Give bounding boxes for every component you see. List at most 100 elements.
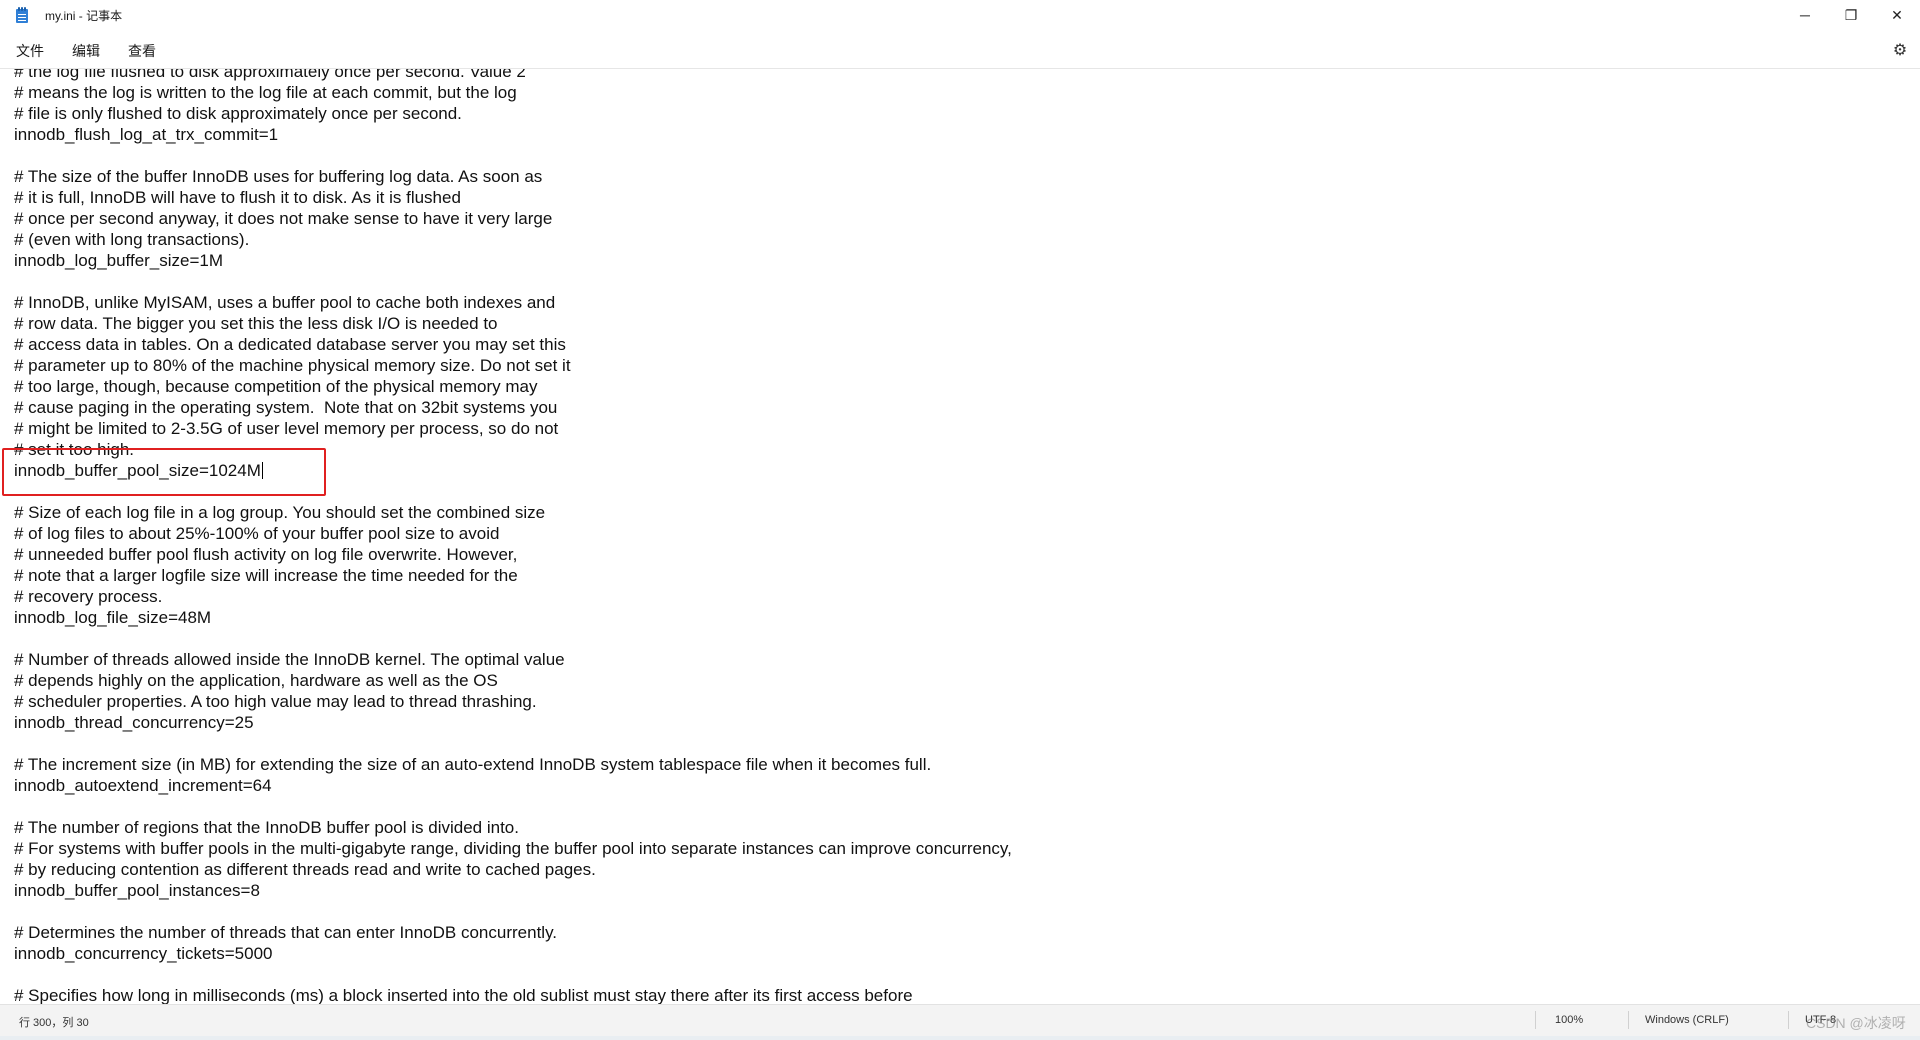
editor-line-text: innodb_flush_log_at_trx_commit=1	[14, 125, 279, 144]
menu-view[interactable]: 查看	[124, 37, 160, 65]
editor-line-text: innodb_buffer_pool_instances=8	[14, 881, 260, 900]
watermark-text: CSDN @冰凌呀	[1806, 1015, 1906, 1031]
editor-line: # access data in tables. On a dedicated …	[14, 334, 1012, 355]
editor-line: # means the log is written to the log fi…	[14, 82, 1012, 103]
editor-line-text: innodb_log_buffer_size=1M	[14, 251, 224, 270]
status-divider	[1788, 1011, 1789, 1029]
editor-line: # InnoDB, unlike MyISAM, uses a buffer p…	[14, 292, 1012, 313]
editor-line: # Specifies how long in milliseconds (ms…	[14, 985, 1012, 1005]
text-editor[interactable]: # the log file flushed to disk approxima…	[0, 68, 1920, 1005]
editor-line-text: # scheduler properties. A too high value…	[14, 692, 537, 711]
close-icon: ✕	[1891, 6, 1903, 23]
editor-line-text: # Specifies how long in milliseconds (ms…	[14, 986, 913, 1005]
editor-line: # of log files to about 25%-100% of your…	[14, 523, 1012, 544]
editor-line-text: # recovery process.	[14, 587, 163, 606]
editor-line-text: # (even with long transactions).	[14, 230, 250, 249]
editor-line: innodb_concurrency_tickets=5000	[14, 943, 1012, 964]
editor-line: # scheduler properties. A too high value…	[14, 691, 1012, 712]
editor-line-text: # For systems with buffer pools in the m…	[14, 839, 1012, 858]
cursor-position: 行 300，列 30	[19, 1017, 89, 1029]
editor-line-text: innodb_log_file_size=48M	[14, 608, 212, 627]
editor-line: # note that a larger logfile size will i…	[14, 565, 1012, 586]
editor-line-text: innodb_concurrency_tickets=5000	[14, 944, 273, 963]
editor-line-text: # parameter up to 80% of the machine phy…	[14, 356, 571, 375]
editor-line-text: innodb_thread_concurrency=25	[14, 713, 254, 732]
editor-line: # The size of the buffer InnoDB uses for…	[14, 166, 1012, 187]
editor-line-text: # the log file flushed to disk approxima…	[14, 68, 526, 81]
editor-line: # Number of threads allowed inside the I…	[14, 649, 1012, 670]
menu-file[interactable]: 文件	[12, 37, 48, 65]
minimize-button[interactable]: ─	[1782, 0, 1828, 30]
editor-line: innodb_flush_log_at_trx_commit=1	[14, 124, 1012, 145]
editor-line: # too large, though, because competition…	[14, 376, 1012, 397]
editor-line: # file is only flushed to disk approxima…	[14, 103, 1012, 124]
editor-line-text: # cause paging in the operating system. …	[14, 398, 558, 417]
editor-line-text: # it is full, InnoDB will have to flush …	[14, 188, 461, 207]
editor-line: innodb_autoextend_increment=64	[14, 775, 1012, 796]
editor-line: # The increment size (in MB) for extendi…	[14, 754, 1012, 775]
editor-line: # row data. The bigger you set this the …	[14, 313, 1012, 334]
editor-line: # by reducing contention as different th…	[14, 859, 1012, 880]
title-bar: my.ini - 记事本 ─ ❐ ✕	[0, 0, 1920, 30]
editor-line: # Determines the number of threads that …	[14, 922, 1012, 943]
editor-line: # depends highly on the application, har…	[14, 670, 1012, 691]
editor-line-text: innodb_autoextend_increment=64	[14, 776, 272, 795]
editor-line: # Size of each log file in a log group. …	[14, 502, 1012, 523]
menu-bar: 文件 编辑 查看 ⚙	[0, 34, 1920, 68]
zoom-level: 100%	[1555, 1014, 1584, 1026]
editor-line: # the log file flushed to disk approxima…	[14, 68, 1012, 82]
editor-line-text: # means the log is written to the log fi…	[14, 83, 517, 102]
notepad-window: my.ini - 记事本 ─ ❐ ✕ 文件 编辑 查看 ⚙ # the log …	[0, 0, 1920, 1040]
editor-line-text: # Determines the number of threads that …	[14, 923, 558, 942]
editor-line: innodb_log_buffer_size=1M	[14, 250, 1012, 271]
editor-line: innodb_log_file_size=48M	[14, 607, 1012, 628]
editor-line: # For systems with buffer pools in the m…	[14, 838, 1012, 859]
window-controls: ─ ❐ ✕	[1782, 0, 1920, 30]
editor-line-text: # depends highly on the application, har…	[14, 671, 498, 690]
editor-line-text: # The increment size (in MB) for extendi…	[14, 755, 932, 774]
minimize-icon: ─	[1800, 7, 1810, 23]
editor-line-text: # once per second anyway, it does not ma…	[14, 209, 553, 228]
editor-line-text: # InnoDB, unlike MyISAM, uses a buffer p…	[14, 293, 556, 312]
line-ending: Windows (CRLF)	[1645, 1014, 1729, 1026]
status-divider	[1628, 1011, 1629, 1029]
editor-line-text: # Number of threads allowed inside the I…	[14, 650, 565, 669]
editor-line: innodb_buffer_pool_instances=8	[14, 880, 1012, 901]
status-bar: 行 300，列 30 100% Windows (CRLF) UTF-8	[0, 1004, 1920, 1037]
editor-line-text: # too large, though, because competition…	[14, 377, 538, 396]
close-button[interactable]: ✕	[1874, 0, 1920, 30]
editor-line-text: # Size of each log file in a log group. …	[14, 503, 546, 522]
bottom-strip	[0, 1036, 1920, 1040]
editor-line: # might be limited to 2-3.5G of user lev…	[14, 418, 1012, 439]
editor-line-text: # might be limited to 2-3.5G of user lev…	[14, 419, 559, 438]
editor-line: # unneeded buffer pool flush activity on…	[14, 544, 1012, 565]
editor-line-text: # access data in tables. On a dedicated …	[14, 335, 566, 354]
notepad-app-icon	[15, 6, 29, 24]
editor-line-text: # of log files to about 25%-100% of your…	[14, 524, 500, 543]
status-divider	[1535, 1011, 1536, 1029]
editor-line: # it is full, InnoDB will have to flush …	[14, 187, 1012, 208]
editor-line: # cause paging in the operating system. …	[14, 397, 1012, 418]
editor-line: # once per second anyway, it does not ma…	[14, 208, 1012, 229]
restore-icon: ❐	[1844, 6, 1858, 23]
editor-line-text: # unneeded buffer pool flush activity on…	[14, 545, 518, 564]
editor-line: # parameter up to 80% of the machine phy…	[14, 355, 1012, 376]
restore-button[interactable]: ❐	[1828, 0, 1874, 30]
editor-line: # The number of regions that the InnoDB …	[14, 817, 1012, 838]
editor-line-text: # note that a larger logfile size will i…	[14, 566, 518, 585]
editor-text[interactable]: # the log file flushed to disk approxima…	[14, 68, 1012, 1005]
window-title: my.ini - 记事本	[45, 8, 123, 23]
editor-line: # recovery process.	[14, 586, 1012, 607]
settings-gear-icon[interactable]: ⚙	[1892, 43, 1908, 59]
menu-edit[interactable]: 编辑	[68, 37, 104, 65]
editor-line: innodb_thread_concurrency=25	[14, 712, 1012, 733]
editor-line-text: # The number of regions that the InnoDB …	[14, 818, 519, 837]
editor-line-text: # file is only flushed to disk approxima…	[14, 104, 462, 123]
editor-line-text: # The size of the buffer InnoDB uses for…	[14, 167, 543, 186]
